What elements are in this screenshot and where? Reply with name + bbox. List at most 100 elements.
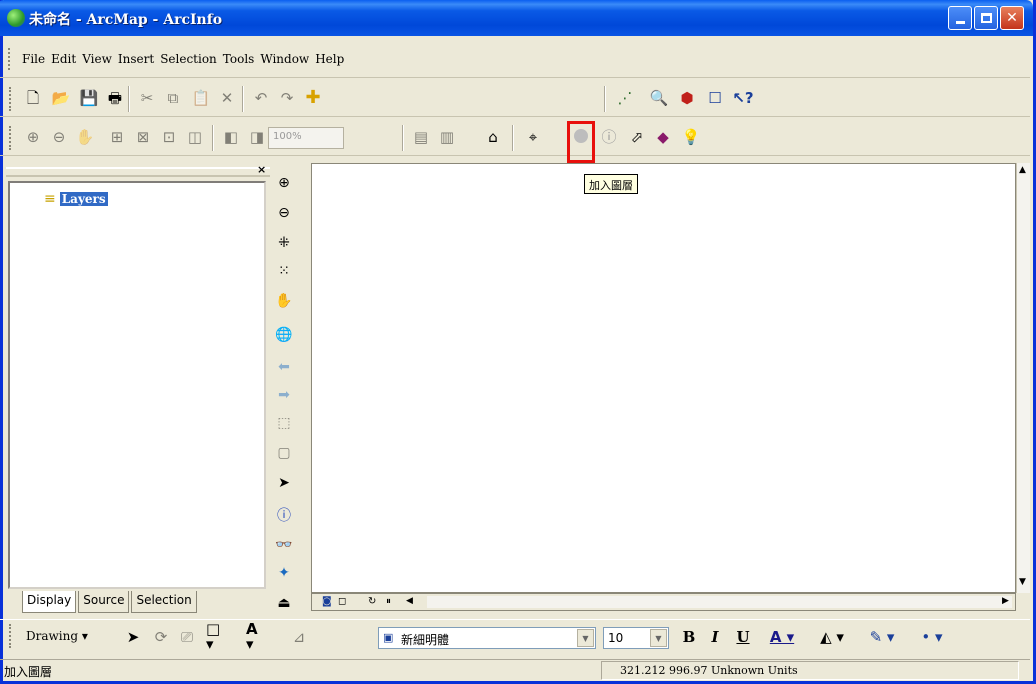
- zoom-out-page-icon[interactable]: ⊖: [48, 126, 70, 148]
- scroll-right-icon[interactable]: ▶: [1002, 596, 1009, 606]
- fill-color-icon[interactable]: ◭ ▾: [812, 626, 852, 648]
- help-bulb-icon[interactable]: 💡: [680, 126, 702, 148]
- pan-page-icon[interactable]: ✋: [74, 126, 96, 148]
- chevron-down-icon[interactable]: ▼: [650, 629, 667, 647]
- identify-info-icon[interactable]: ⓘ: [273, 504, 295, 526]
- toolbar-grip[interactable]: [9, 126, 13, 150]
- data-view-icon[interactable]: ◙: [322, 596, 332, 607]
- drawing-menu[interactable]: Drawing ▾: [26, 629, 88, 643]
- find-binoculars-icon[interactable]: 👓: [273, 534, 295, 556]
- select-elements-icon[interactable]: ⬚: [273, 412, 295, 434]
- font-size-combo[interactable]: 10 ▼: [603, 627, 669, 649]
- arccatalog-icon[interactable]: 🔍: [648, 87, 670, 109]
- select-features-icon[interactable]: ⬀: [626, 126, 648, 148]
- menu-view[interactable]: View: [82, 52, 112, 66]
- marker-color-icon[interactable]: • ▾: [912, 626, 952, 648]
- whats-this-help-icon[interactable]: ↖?: [732, 87, 754, 109]
- tab-source[interactable]: Source: [78, 591, 130, 613]
- bold-icon[interactable]: B: [678, 626, 700, 648]
- underline-icon[interactable]: U: [732, 626, 754, 648]
- italic-icon[interactable]: I: [704, 626, 726, 648]
- tab-display[interactable]: Display: [22, 591, 77, 613]
- forward-arrow-icon[interactable]: ➡: [273, 384, 295, 406]
- zoom-percent-combo[interactable]: 100%: [268, 127, 344, 149]
- title-bar[interactable]: 未命名 - ArcMap - ArcInfo ✕: [0, 0, 1033, 36]
- redo-icon[interactable]: ↷: [276, 87, 298, 109]
- back-arrow-icon[interactable]: ⬅: [273, 356, 295, 378]
- add-layer-button-highlight[interactable]: [567, 121, 595, 163]
- fixed-zoom-out-icon[interactable]: ◫: [184, 126, 206, 148]
- menu-grip[interactable]: [8, 48, 12, 70]
- minimize-button[interactable]: [948, 6, 972, 30]
- save-icon[interactable]: 💾: [78, 87, 100, 109]
- rotate-icon[interactable]: ⟳: [150, 626, 172, 648]
- undo-icon[interactable]: ↶: [250, 87, 272, 109]
- toc-close-icon[interactable]: ×: [257, 163, 266, 176]
- pan-hand-icon[interactable]: ✋: [273, 290, 295, 312]
- edit-vertices-icon[interactable]: ⊿: [288, 626, 310, 648]
- open-folder-icon[interactable]: 📂: [50, 87, 72, 109]
- new-document-icon[interactable]: 🗋: [22, 87, 44, 109]
- fixed-zoom-in-icon[interactable]: ⊡: [158, 126, 180, 148]
- layers-label[interactable]: Layers: [59, 192, 108, 206]
- toolbox-icon[interactable]: ◆: [652, 126, 674, 148]
- vertical-scrollbar[interactable]: ▲ ▼: [1016, 163, 1030, 593]
- horizontal-scrollbar[interactable]: [427, 596, 1012, 608]
- zoom-to-element-icon[interactable]: ⎚: [176, 626, 198, 648]
- command-line-icon[interactable]: ☐: [704, 87, 726, 109]
- layers-tree-item[interactable]: ≡ Layers: [44, 191, 108, 207]
- zoom-whole-page-icon[interactable]: ⊞: [106, 126, 128, 148]
- toc-tree-pane[interactable]: [8, 181, 266, 589]
- fixed-zoom-in-icon[interactable]: ⁜: [273, 232, 295, 254]
- print-icon[interactable]: 🖶: [104, 87, 126, 109]
- menu-tools[interactable]: Tools: [223, 52, 255, 66]
- font-color-icon[interactable]: A ▾: [762, 626, 802, 648]
- clear-selection-icon[interactable]: ▢: [273, 442, 295, 464]
- menu-file[interactable]: File: [22, 52, 45, 66]
- zoom-in-page-icon[interactable]: ⊕: [22, 126, 44, 148]
- close-button[interactable]: ✕: [1000, 6, 1024, 30]
- menu-selection[interactable]: Selection: [160, 52, 217, 66]
- pause-drawing-icon[interactable]: ⏸: [386, 596, 391, 607]
- paste-icon[interactable]: 📋: [190, 87, 212, 109]
- zoom-out-icon[interactable]: ⊖: [273, 202, 295, 224]
- menu-window[interactable]: Window: [260, 52, 309, 66]
- delete-icon[interactable]: ✕: [216, 87, 238, 109]
- select-arrow-icon[interactable]: ➤: [273, 472, 295, 494]
- fixed-zoom-out-icon[interactable]: ⁙: [273, 260, 295, 282]
- identify-tool-icon[interactable]: ⌖: [522, 126, 544, 148]
- zoom-in-icon[interactable]: ⊕: [273, 172, 295, 194]
- focus-data-frame-icon[interactable]: ▥: [436, 126, 458, 148]
- toolbar-grip[interactable]: [9, 624, 13, 648]
- toggle-draft-mode-icon[interactable]: ▤: [410, 126, 432, 148]
- info-icon[interactable]: ⓘ: [598, 126, 620, 148]
- rectangle-icon[interactable]: □ ▾: [206, 622, 228, 652]
- line-color-icon[interactable]: ✎ ▾: [862, 626, 902, 648]
- tab-selection[interactable]: Selection: [131, 591, 197, 613]
- chevron-down-icon[interactable]: ▼: [577, 629, 594, 647]
- new-text-icon[interactable]: A ▾: [246, 622, 268, 652]
- go-to-xy-icon[interactable]: ✦: [273, 562, 295, 584]
- scroll-left-icon[interactable]: ◀: [406, 596, 413, 606]
- toolbar-grip[interactable]: [9, 87, 13, 111]
- scroll-down-icon[interactable]: ▼: [1019, 577, 1026, 587]
- change-layout-icon[interactable]: ⌂: [482, 126, 504, 148]
- go-forward-extent-icon[interactable]: ◨: [246, 126, 268, 148]
- go-back-extent-icon[interactable]: ◧: [220, 126, 242, 148]
- measure-icon[interactable]: ⏏: [273, 592, 295, 614]
- menu-edit[interactable]: Edit: [51, 52, 76, 66]
- add-data-icon[interactable]: ✚: [302, 87, 324, 109]
- refresh-icon[interactable]: ↻: [368, 596, 376, 607]
- font-name-combo[interactable]: ▣ 新細明體 ▼: [378, 627, 596, 649]
- arctoolbox-icon[interactable]: ⬢: [676, 87, 698, 109]
- zoom-100-icon[interactable]: ⊠: [132, 126, 154, 148]
- layout-view-icon[interactable]: ◻: [338, 596, 346, 607]
- map-display-area[interactable]: [311, 163, 1016, 593]
- menu-insert[interactable]: Insert: [118, 52, 154, 66]
- toc-title-bar[interactable]: [6, 167, 270, 177]
- cut-icon[interactable]: ✂: [136, 87, 158, 109]
- select-elements-arrow-icon[interactable]: ➤: [122, 626, 144, 648]
- maximize-button[interactable]: [974, 6, 998, 30]
- full-extent-globe-icon[interactable]: 🌐: [273, 324, 295, 346]
- menu-help[interactable]: Help: [315, 52, 344, 66]
